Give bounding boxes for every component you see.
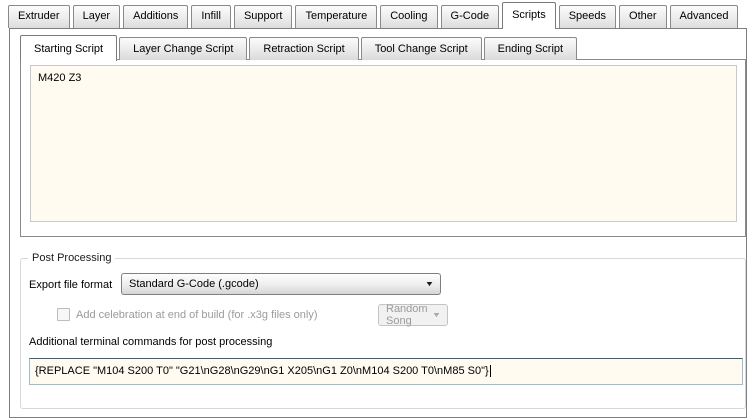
terminal-commands-value: {REPLACE "M104 S200 T0" "G21\nG28\nG29\n… [35,365,489,377]
starting-script-textarea[interactable]: M420 Z3 [30,65,737,222]
tab-ending-script[interactable]: Ending Script [483,37,578,60]
post-processing-groupbox: Post Processing Export file format Stand… [20,252,746,409]
script-tabbar: Starting Script Layer Change Script Retr… [20,34,579,61]
process-settings-window: Extruder Layer Additions Infill Support … [0,0,750,418]
tab-infill[interactable]: Infill [191,5,231,28]
tab-other[interactable]: Other [619,5,667,28]
export-file-format-label: Export file format [29,279,113,291]
tab-retraction-script[interactable]: Retraction Script [249,37,359,60]
text-caret [489,365,491,377]
tab-additions[interactable]: Additions [123,5,189,28]
celebration-label: Add celebration at end of build (for .x3… [76,309,318,321]
chevron-down-icon: ▼ [424,280,435,288]
export-file-format-dropdown[interactable]: Standard G-Code (.gcode) ▼ [121,273,441,295]
tab-support[interactable]: Support [233,5,293,28]
tab-extruder[interactable]: Extruder [8,5,70,28]
tab-speeds[interactable]: Speeds [558,5,617,28]
celebration-checkbox [57,308,70,321]
main-tabbar: Extruder Layer Additions Infill Support … [8,2,741,29]
tab-temperature[interactable]: Temperature [295,5,378,28]
export-file-format-value: Standard G-Code (.gcode) [129,278,259,290]
tab-tool-change-script[interactable]: Tool Change Script [360,37,482,60]
post-processing-title: Post Processing [28,252,116,264]
terminal-commands-label: Additional terminal commands for post pr… [29,336,273,348]
tab-layer[interactable]: Layer [72,5,121,28]
celebration-song-dropdown: Random Song ▼ [378,303,448,327]
terminal-commands-input[interactable]: {REPLACE "M104 S200 T0" "G21\nG28\nG29\n… [29,358,743,385]
tab-cooling[interactable]: Cooling [380,5,438,28]
tab-advanced[interactable]: Advanced [669,5,739,28]
tab-scripts[interactable]: Scripts [502,2,556,29]
tab-gcode[interactable]: G-Code [440,5,500,28]
celebration-song-value: Random Song [386,303,428,327]
tab-layer-change-script[interactable]: Layer Change Script [119,37,248,60]
chevron-down-icon: ▼ [431,311,442,319]
tab-starting-script[interactable]: Starting Script [20,35,118,61]
